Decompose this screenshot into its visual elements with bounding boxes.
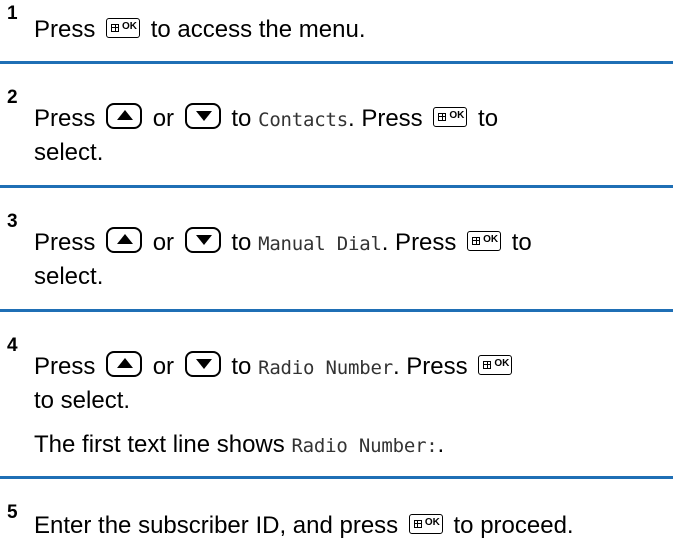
step-text-cont: to select. [34,387,131,414]
menu-ok-key-icon: OK [106,17,141,38]
menu-ok-key-icon: OK [467,230,502,251]
step-text: Press or to Contacts. Press OK to [34,102,498,131]
step-text: Press or to Manual Dial. Press OK to [34,226,532,255]
step-number: 5 [7,502,18,523]
menu-item-name: Radio Number [258,357,393,379]
step-number: 2 [7,87,18,108]
up-arrow-key-icon [106,102,143,129]
up-arrow-key-icon [106,226,143,253]
menu-ok-key-icon: OK [433,106,468,127]
up-arrow-key-icon [106,350,143,377]
down-arrow-key-icon [184,102,221,129]
step-number: 3 [7,211,18,232]
menu-ok-key-icon: OK [408,513,443,534]
step-number: 1 [7,3,18,24]
menu-ok-key-icon: OK [478,354,513,375]
step-divider [0,61,673,64]
step-text-cont: select. [34,139,104,166]
display-text: Radio Number: [291,435,438,457]
step-text: Press or to Radio Number. Press OK [34,350,516,379]
down-arrow-key-icon [184,350,221,377]
step-note: The first text line shows Radio Number:. [34,431,445,458]
step-divider [0,476,673,479]
menu-item-name: Contacts [258,109,348,131]
step-text: Press OK to access the menu. [34,16,366,43]
menu-item-name: Manual Dial [258,233,382,255]
down-arrow-key-icon [184,226,221,253]
step-text-cont: select. [34,263,104,290]
step-divider [0,309,673,312]
step-divider [0,185,673,188]
step-number: 4 [7,335,18,356]
step-text: Enter the subscriber ID, and press OK to… [34,512,574,539]
